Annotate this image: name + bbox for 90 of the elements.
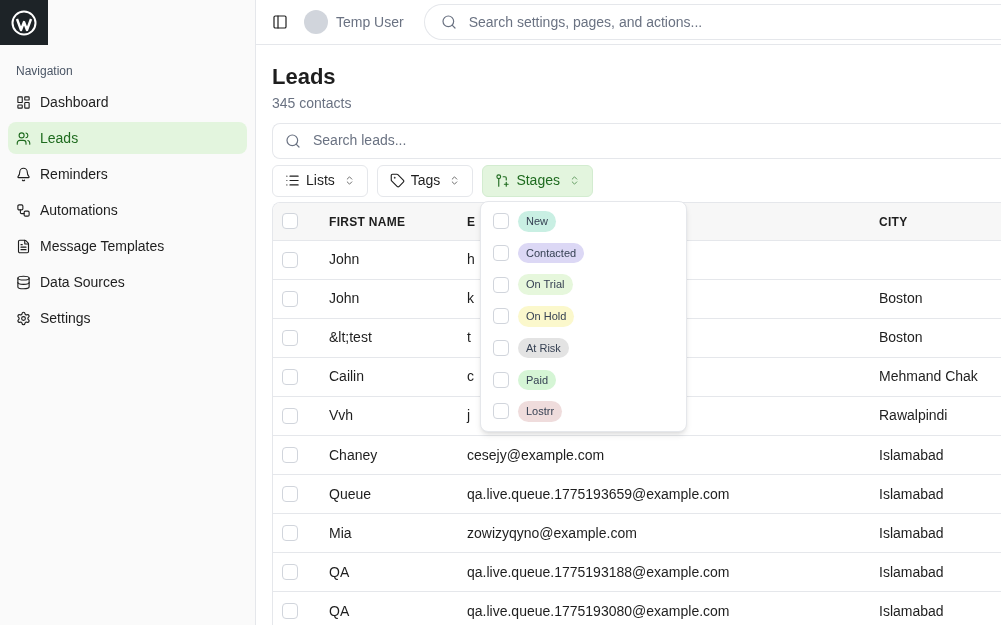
settings-icon	[16, 310, 31, 326]
stage-checkbox[interactable]	[493, 371, 509, 388]
table-cell: qa.live.queue.1775193188@example.com	[467, 563, 730, 580]
stage-tag[interactable]: Contacted	[518, 242, 585, 264]
filter-dropdown[interactable]: Lists	[272, 164, 368, 197]
database-icon	[16, 274, 31, 290]
workflow-icon	[16, 202, 31, 218]
table-cell: Boston	[879, 290, 923, 307]
nav-item[interactable]: Message Templates	[8, 230, 247, 262]
table-cell: Boston	[879, 329, 923, 346]
table-cell: Mehmand Chak	[879, 368, 978, 385]
table-cell: QA	[329, 602, 350, 619]
table-cell: QA	[329, 563, 350, 580]
table-cell: h	[467, 251, 475, 268]
column-header: CITY	[879, 215, 908, 229]
stage-checkbox[interactable]	[493, 340, 509, 357]
column-header: FIRST NAME	[329, 215, 406, 229]
table-cell: John	[329, 251, 360, 268]
branch-icon	[495, 173, 511, 188]
table-cell: Vvh	[329, 407, 354, 424]
row-checkbox[interactable]	[282, 525, 298, 542]
stage-tag[interactable]: On Hold	[518, 306, 575, 327]
table-cell: t	[467, 329, 471, 346]
stage-checkbox[interactable]	[493, 308, 509, 325]
stage-tag[interactable]: Paid	[518, 369, 557, 391]
page-title: Leads	[272, 63, 337, 91]
table-cell: Islamabad	[879, 524, 944, 541]
row-checkbox[interactable]	[282, 329, 298, 346]
row-checkbox[interactable]	[282, 486, 298, 503]
table-cell: Islamabad	[879, 485, 944, 502]
row-checkbox[interactable]	[282, 603, 298, 620]
table-cell: Islamabad	[879, 446, 944, 463]
nav-item[interactable]: Leads	[8, 122, 247, 154]
users-icon	[16, 130, 31, 146]
dashboard-icon	[16, 94, 31, 110]
filter-dropdown[interactable]: Tags	[376, 164, 474, 197]
row-checkbox[interactable]	[282, 447, 298, 463]
table-cell: John	[329, 290, 360, 307]
column-header: E	[467, 215, 476, 229]
table-cell: Chaney	[329, 446, 378, 463]
nav-item[interactable]: Data Sources	[8, 266, 247, 298]
table-cell: c	[467, 368, 474, 385]
table-cell: k	[467, 290, 474, 307]
nav-item[interactable]: Automations	[8, 194, 247, 226]
stage-tag[interactable]: New	[518, 211, 556, 232]
nav-item[interactable]: Reminders	[8, 158, 247, 190]
table-cell: &lt;test	[329, 329, 372, 346]
nav-item[interactable]: Dashboard	[8, 86, 247, 118]
lead-search-input[interactable]: Search leads...	[313, 130, 1001, 151]
stage-checkbox[interactable]	[493, 403, 509, 420]
stage-tag[interactable]: At Risk	[518, 337, 569, 359]
filter-dropdown[interactable]: Stages	[482, 164, 593, 197]
table-cell: Rawalpindi	[879, 407, 948, 424]
table-cell: Cailin	[329, 368, 364, 385]
global-search-input[interactable]: Search settings, pages, and actions...	[468, 11, 1001, 33]
stage-tag[interactable]: On Trial	[518, 274, 573, 295]
document-icon	[16, 238, 31, 254]
logo-tile[interactable]	[0, 0, 48, 45]
table-cell: Islamabad	[879, 602, 944, 619]
table-cell: qa.live.queue.1775193080@example.com	[467, 602, 730, 619]
row-checkbox[interactable]	[282, 407, 298, 424]
row-checkbox[interactable]	[282, 251, 298, 268]
stage-checkbox[interactable]	[493, 276, 509, 293]
stage-tag[interactable]: Lostrr	[518, 401, 563, 422]
table-cell: qa.live.queue.1775193659@example.com	[467, 485, 730, 502]
search-icon	[440, 14, 457, 30]
table-cell: Queue	[329, 485, 372, 502]
contact-count: 345 contacts	[272, 93, 353, 113]
table-cell: j	[467, 407, 471, 424]
logo-icon	[11, 9, 37, 36]
lead-search-field[interactable]: Search leads...	[272, 122, 1001, 159]
nav-heading: Navigation	[15, 63, 74, 80]
row-checkbox[interactable]	[282, 290, 298, 307]
stage-checkbox[interactable]	[493, 245, 509, 262]
bell-icon	[16, 166, 31, 182]
stage-checkbox[interactable]	[493, 213, 509, 230]
sidebar-toggle-icon[interactable]	[272, 14, 288, 30]
search-icon	[285, 132, 301, 149]
table-cell: cesejy@example.com	[467, 446, 605, 463]
table-cell: Islamabad	[879, 563, 944, 580]
list-icon	[285, 173, 300, 188]
table-cell: Mia	[329, 524, 352, 541]
table-cell: zowizyqyno@example.com	[467, 524, 637, 541]
nav-item[interactable]: Settings	[8, 302, 247, 334]
avatar[interactable]	[304, 10, 328, 34]
tag-icon	[389, 173, 405, 188]
row-checkbox[interactable]	[282, 564, 298, 581]
user-name: Temp User	[336, 12, 404, 32]
row-checkbox[interactable]	[282, 368, 298, 385]
select-all-checkbox[interactable]	[282, 213, 298, 229]
